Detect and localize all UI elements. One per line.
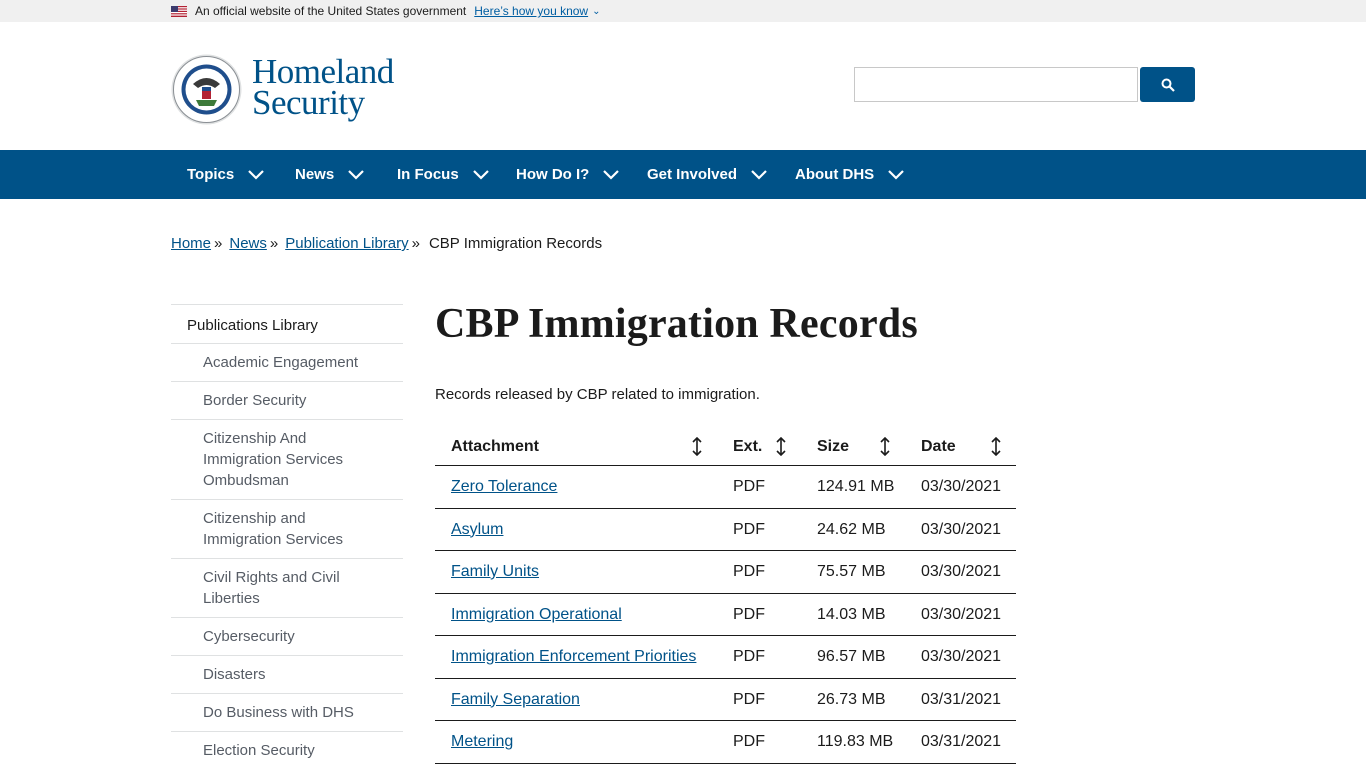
site-header: Homeland Security [0, 22, 1366, 150]
breadcrumb-home[interactable]: Home [171, 235, 211, 252]
ext-cell: PDF [733, 520, 765, 538]
sort-icon[interactable] [775, 437, 787, 456]
attachment-link[interactable]: Zero Tolerance [451, 478, 557, 496]
table-row: Family Units PDF 75.57 MB 03/30/2021 [435, 551, 1016, 594]
attachment-link[interactable]: Metering [451, 733, 513, 751]
ext-cell: PDF [733, 563, 765, 580]
table-row: Immigration Operational PDF 14.03 MB 03/… [435, 594, 1016, 636]
chevron-down-icon [472, 169, 489, 180]
search-input[interactable] [854, 67, 1138, 102]
attachment-link[interactable]: Family Separation [451, 691, 580, 709]
chevron-down-icon [888, 169, 904, 180]
search-icon [1161, 78, 1175, 92]
date-cell: 03/31/2021 [921, 733, 1002, 750]
date-cell: 03/30/2021 [921, 478, 1002, 495]
table-row: Immigration Enforcement Priorities PDF 9… [435, 636, 1016, 679]
size-cell: 119.83 MB [817, 733, 894, 750]
attachment-link[interactable]: Asylum [451, 521, 503, 539]
heres-how-you-know-link[interactable]: Here’s how you know [474, 4, 588, 18]
wordmark-line-2: Security [252, 83, 365, 122]
attachment-link[interactable]: Immigration Enforcement Priorities [451, 648, 696, 666]
date-cell: 03/31/2021 [921, 690, 1002, 708]
nav-item-how-do-i[interactable]: How Do I? [516, 150, 620, 199]
breadcrumb-current: CBP Immigration Records [428, 235, 603, 252]
search-button[interactable] [1140, 67, 1195, 102]
sort-icon[interactable] [879, 437, 891, 456]
column-header-date[interactable]: Date [921, 428, 956, 465]
page-title: CBP Immigration Records [435, 301, 918, 347]
sidebar-item-cis-ombudsman[interactable]: Citizenship And Immigration Services Omb… [171, 420, 403, 500]
nav-label: Topics [187, 166, 235, 183]
date-cell: 03/30/2021 [921, 648, 1002, 665]
breadcrumb-separator: » [214, 235, 223, 252]
breadcrumb-publication-library[interactable]: Publication Library [285, 235, 408, 252]
ext-cell: PDF [733, 605, 765, 623]
size-cell: 26.73 MB [817, 690, 886, 708]
chevron-down-icon [348, 169, 364, 180]
sidebar-nav: Publications Library Academic Engagement… [171, 304, 403, 768]
chevron-down-icon [751, 169, 767, 180]
attachment-link[interactable]: Immigration Operational [451, 606, 622, 624]
column-header-attachment[interactable]: Attachment [451, 428, 539, 465]
sidebar-item-election-security[interactable]: Election Security [171, 732, 403, 768]
table-header: Attachment Ext. Size Date [435, 428, 1016, 466]
size-cell: 24.62 MB [817, 520, 886, 538]
size-cell: 14.03 MB [817, 605, 886, 623]
table-row: Family Separation PDF 26.73 MB 03/31/202… [435, 679, 1016, 721]
sidebar-item-academic-engagement[interactable]: Academic Engagement [171, 344, 403, 382]
breadcrumb-separator: » [411, 235, 420, 252]
gov-banner: An official website of the United States… [0, 0, 1366, 22]
chevron-down-icon [603, 169, 620, 180]
ext-cell: PDF [733, 478, 765, 495]
chevron-down-icon [248, 169, 265, 180]
breadcrumb-news[interactable]: News [229, 235, 267, 252]
sidebar-item-civil-rights[interactable]: Civil Rights and Civil Liberties [171, 559, 403, 618]
sidebar-item-cybersecurity[interactable]: Cybersecurity [171, 618, 403, 656]
table-row: Asylum PDF 24.62 MB 03/30/2021 [435, 509, 1016, 551]
date-cell: 03/30/2021 [921, 563, 1002, 580]
sidebar-item-do-business[interactable]: Do Business with DHS [171, 694, 403, 732]
ext-cell: PDF [733, 648, 765, 665]
homeland-security-wordmark[interactable]: Homeland Security [252, 54, 394, 122]
main-nav: Topics News In Focus How Do I? Get Invol… [0, 150, 1366, 199]
nav-label: In Focus [397, 166, 459, 183]
nav-label: News [295, 166, 335, 183]
nav-item-news[interactable]: News [295, 150, 364, 199]
size-cell: 124.91 MB [817, 478, 895, 495]
sidebar-item-publications-library[interactable]: Publications Library [171, 305, 403, 344]
gov-banner-text: An official website of the United States… [195, 4, 467, 18]
nav-label: About DHS [795, 166, 875, 183]
nav-label: How Do I? [516, 166, 590, 183]
nav-item-topics[interactable]: Topics [187, 150, 265, 199]
sort-icon[interactable] [691, 437, 703, 456]
intro-text: Records released by CBP related to immig… [435, 386, 760, 403]
nav-label: Get Involved [647, 166, 738, 183]
date-cell: 03/30/2021 [921, 520, 1002, 538]
nav-item-about-dhs[interactable]: About DHS [795, 150, 904, 199]
column-header-size[interactable]: Size [817, 428, 849, 465]
table-row: Metering PDF 119.83 MB 03/31/2021 [435, 721, 1016, 764]
date-cell: 03/30/2021 [921, 605, 1002, 623]
attachments-table: Attachment Ext. Size Date Zero Tolerance… [435, 428, 1016, 764]
breadcrumb-separator: » [269, 235, 279, 252]
dhs-seal-icon[interactable] [171, 54, 242, 125]
us-flag-icon [171, 5, 187, 17]
nav-item-get-involved[interactable]: Get Involved [647, 150, 767, 199]
ext-cell: PDF [733, 733, 765, 750]
sidebar-item-cis[interactable]: Citizenship and Immigration Services [171, 500, 403, 559]
sort-icon[interactable] [990, 437, 1002, 456]
sidebar-item-border-security[interactable]: Border Security [171, 382, 403, 420]
attachment-link[interactable]: Family Units [451, 563, 539, 581]
size-cell: 75.57 MB [817, 563, 886, 580]
nav-item-in-focus[interactable]: In Focus [397, 150, 489, 199]
table-row: Zero Tolerance PDF 124.91 MB 03/30/2021 [435, 466, 1016, 509]
size-cell: 96.57 MB [817, 648, 886, 665]
ext-cell: PDF [733, 690, 765, 708]
breadcrumb: Home » News » Publication Library » CBP … [171, 235, 602, 252]
sidebar-item-disasters[interactable]: Disasters [171, 656, 403, 694]
column-header-ext[interactable]: Ext. [733, 428, 762, 465]
chevron-down-icon[interactable]: ⌄ [592, 6, 600, 17]
